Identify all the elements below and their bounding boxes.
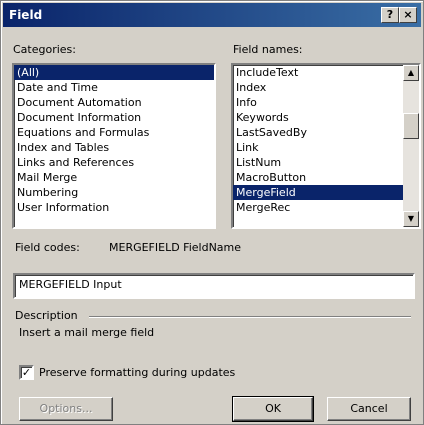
preserve-formatting-checkbox[interactable]: ✓ xyxy=(19,365,34,380)
field-names-scrollbar[interactable]: ▲ ▼ xyxy=(403,65,419,227)
field-codes-label: Field codes: xyxy=(15,241,80,254)
category-item[interactable]: User Information xyxy=(14,200,214,215)
categories-label: Categories: xyxy=(13,43,76,56)
window-title: Field xyxy=(9,8,43,22)
description-text: Insert a mail merge field xyxy=(19,326,155,339)
scroll-thumb[interactable] xyxy=(403,113,419,139)
category-item[interactable]: Index and Tables xyxy=(14,140,214,155)
category-item[interactable]: Document Information xyxy=(14,110,214,125)
category-item[interactable]: Links and References xyxy=(14,155,214,170)
category-item[interactable]: Document Automation xyxy=(14,95,214,110)
field-names-listbox[interactable]: ▲ ▼ IncludeText Index Info Keywords LastSave… xyxy=(231,63,421,229)
field-name-item[interactable]: Keywords xyxy=(233,110,419,125)
category-item[interactable]: Mail Merge xyxy=(14,170,214,185)
category-item[interactable]: Equations and Formulas xyxy=(14,125,214,140)
field-name-item[interactable]: Index xyxy=(233,80,419,95)
help-button[interactable]: ? xyxy=(381,7,399,23)
title-bar[interactable]: Field ? × xyxy=(3,3,421,27)
field-name-item[interactable]: ListNum xyxy=(233,155,419,170)
category-item[interactable]: Date and Time xyxy=(14,80,214,95)
field-codes-input[interactable]: MERGEFIELD Input xyxy=(13,273,415,299)
options-button[interactable]: Options... xyxy=(19,397,113,421)
description-divider xyxy=(89,316,411,318)
category-item[interactable]: Numbering xyxy=(14,185,214,200)
preserve-formatting-label[interactable]: Preserve formatting during updates xyxy=(39,366,235,379)
field-name-item[interactable]: Info xyxy=(233,95,419,110)
ok-button[interactable]: OK xyxy=(232,396,314,422)
field-name-item[interactable]: MergeRec xyxy=(233,200,419,215)
scroll-down-icon[interactable]: ▼ xyxy=(403,211,419,227)
field-name-item[interactable]: LastSavedBy xyxy=(233,125,419,140)
categories-listbox[interactable]: (All) Date and Time Document Automation Doc… xyxy=(12,63,216,229)
field-name-item[interactable]: IncludeText xyxy=(233,65,419,80)
cancel-button[interactable]: Cancel xyxy=(327,397,411,421)
check-mark-icon: ✓ xyxy=(21,366,32,379)
close-button[interactable]: × xyxy=(399,7,417,23)
field-name-item[interactable]: MacroButton xyxy=(233,170,419,185)
field-dialog: Field ? × Categories: (All) Date and Time… xyxy=(0,0,424,425)
category-item[interactable]: (All) xyxy=(14,65,214,80)
field-name-item[interactable]: MergeField xyxy=(233,185,419,200)
description-label: Description xyxy=(15,309,78,322)
field-name-item[interactable]: Link xyxy=(233,140,419,155)
field-codes-syntax: MERGEFIELD FieldName xyxy=(109,241,242,254)
field-names-label: Field names: xyxy=(233,43,303,56)
scroll-up-icon[interactable]: ▲ xyxy=(403,65,419,81)
